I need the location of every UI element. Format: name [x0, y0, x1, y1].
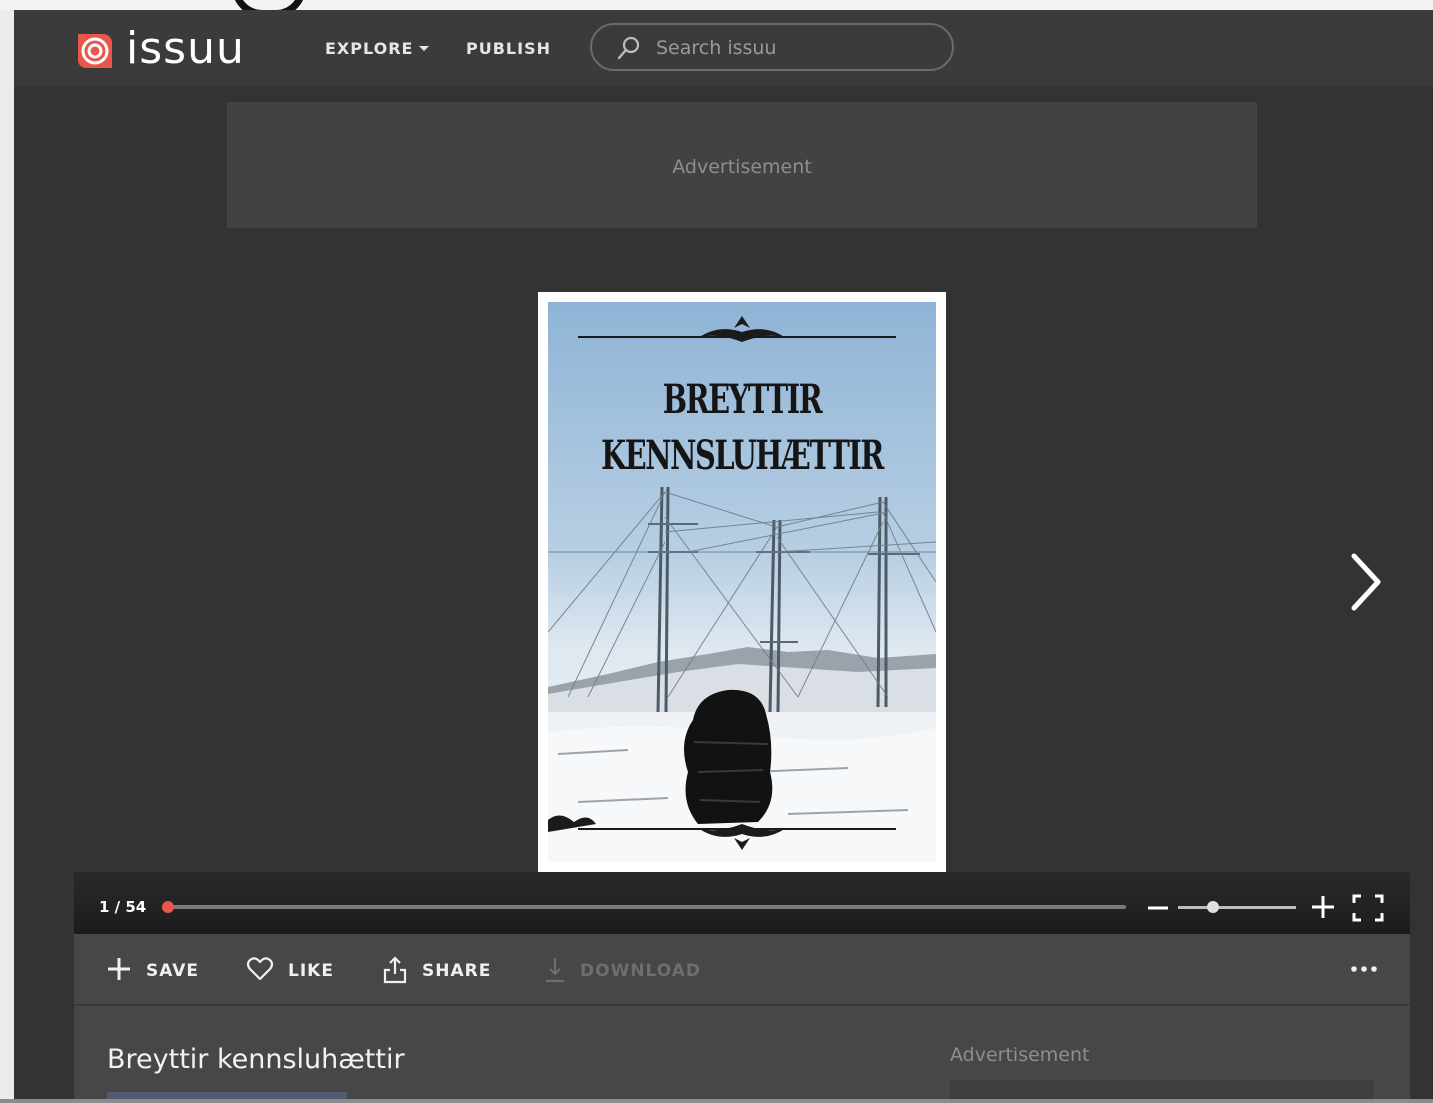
browser-viewport: issuu EXPLORE PUBLISH Advertisement	[14, 10, 1433, 1103]
advertisement-label: Advertisement	[672, 156, 812, 178]
search-icon[interactable]	[616, 35, 642, 61]
nav-explore[interactable]: EXPLORE	[325, 39, 430, 58]
search-input[interactable]	[654, 35, 938, 61]
fullscreen-icon[interactable]	[1352, 894, 1384, 922]
cover-title-line-1: BREYTTIR	[662, 376, 823, 423]
download-icon	[546, 958, 564, 983]
nav-explore-label: EXPLORE	[325, 39, 414, 58]
zoom-in-icon[interactable]	[1310, 894, 1336, 920]
heart-icon	[246, 957, 274, 981]
document-title: Breyttir kennsluhættir	[107, 1044, 405, 1075]
page-progress-slider[interactable]	[162, 901, 1126, 913]
zoom-slider[interactable]	[1178, 901, 1296, 913]
document-actions-bar: SAVE LIKE SHARE DOWNLOAD	[74, 934, 1410, 1004]
advertisement-banner[interactable]: Advertisement	[227, 102, 1257, 228]
share-label: SHARE	[422, 961, 492, 981]
site-header: issuu EXPLORE PUBLISH	[14, 10, 1433, 86]
zoom-out-icon[interactable]	[1146, 896, 1170, 920]
bottom-edge	[0, 1099, 1433, 1103]
download-label: DOWNLOAD	[580, 961, 702, 981]
page-progress-knob[interactable]	[162, 901, 174, 913]
chevron-down-icon	[419, 46, 430, 51]
page-indicator: 1 / 54	[99, 898, 147, 916]
issuu-logo-text[interactable]: issuu	[126, 23, 245, 74]
next-page-icon[interactable]	[1346, 550, 1386, 614]
search-box[interactable]	[590, 23, 954, 71]
more-icon[interactable]	[1350, 962, 1378, 976]
side-advertisement-label: Advertisement	[950, 1044, 1090, 1066]
plus-icon	[108, 958, 130, 980]
cover-title-line-2: KENNSLUHÆTTIR	[601, 432, 884, 479]
slide-edge	[0, 0, 1433, 17]
document-info-panel: Breyttir kennsluhættir Advertisement	[74, 1006, 1410, 1103]
share-icon	[383, 956, 407, 984]
viewer-controls: 1 / 54	[74, 872, 1410, 934]
issuu-logo-icon[interactable]	[74, 30, 116, 72]
zoom-slider-knob[interactable]	[1207, 901, 1220, 913]
save-label: SAVE	[146, 961, 200, 981]
nav-publish[interactable]: PUBLISH	[466, 39, 551, 58]
document-cover[interactable]: BREYTTIR KENNSLUHÆTTIR	[538, 292, 946, 872]
like-label: LIKE	[288, 961, 334, 981]
